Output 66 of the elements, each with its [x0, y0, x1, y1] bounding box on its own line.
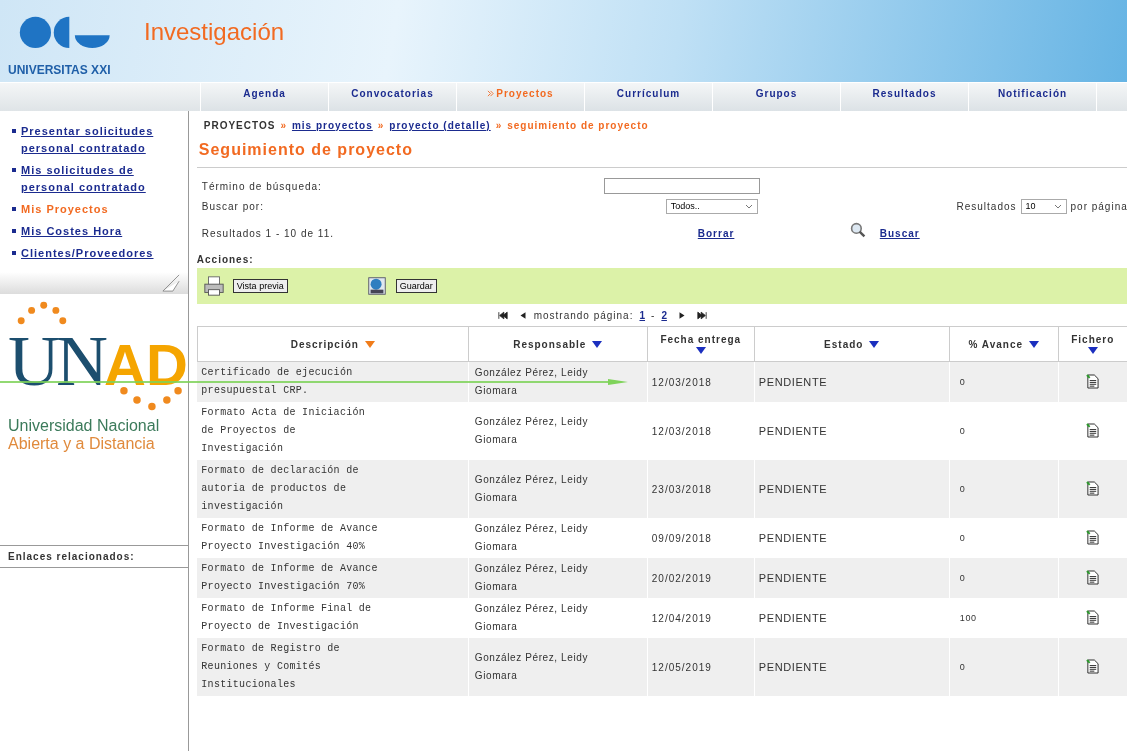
nav-tab[interactable]: Convocatorias: [329, 83, 457, 111]
logo-text: Universidad Nacional: [8, 417, 161, 435]
app-title: Investigación: [144, 18, 285, 46]
pagination-label: mostrando página:: [533, 309, 634, 321]
sidebar-link[interactable]: Presentar solicitudes personal contratado: [21, 123, 188, 157]
field-label: Término de búsqueda:: [201, 180, 322, 192]
table-cell: González Pérez, Leidy Giomara: [468, 460, 648, 518]
logo-letters: UN: [8, 320, 104, 403]
logo-letters: AD: [104, 331, 188, 398]
field-label: Resultados: [956, 200, 1017, 212]
column-header[interactable]: Fecha entrega: [647, 326, 755, 362]
breadcrumb-separator: »: [377, 120, 385, 131]
column-header[interactable]: Fichero: [1058, 326, 1127, 362]
table-cell: Formato de Registro de Reuniones y Comités Institucionales: [197, 638, 469, 696]
table-cell: González Pérez, Leidy Giomara: [468, 638, 648, 696]
table-cell: 0: [949, 460, 1059, 518]
section-heading: Acciones:: [196, 254, 255, 265]
logo-text: Abierta y a Distancia: [8, 435, 156, 453]
table-cell: 12/03/2018: [647, 361, 755, 402]
per-page-dropdown[interactable]: 10: [1020, 198, 1067, 214]
sidebar-link[interactable]: Mis solicitudes de personal contratado: [21, 162, 188, 196]
breadcrumb-root: PROYECTOS: [203, 120, 276, 131]
nav-tab[interactable]: Notificación: [969, 83, 1097, 111]
breadcrumb-separator: »: [280, 120, 287, 131]
column-header[interactable]: Descripción: [197, 326, 469, 362]
search-by-dropdown[interactable]: Todos..: [665, 198, 758, 214]
table-cell: 0: [949, 361, 1059, 402]
section-heading: Enlaces relacionados:: [0, 545, 188, 568]
table-cell: Formato de Informe de Avance Proyecto Investigación 70%: [197, 558, 469, 598]
table-cell: 20/02/2019: [647, 558, 755, 598]
table-cell: PENDIENTE: [754, 558, 950, 598]
breadcrumb-current: seguimiento de proyecto: [507, 120, 649, 131]
table-cell: 23/03/2018: [647, 460, 755, 518]
nav-tab[interactable]: Currículum: [585, 83, 713, 111]
field-label: Buscar por:: [201, 200, 264, 212]
table-cell: PENDIENTE: [754, 638, 950, 696]
table-cell: 0: [949, 638, 1059, 696]
page-link[interactable]: 2: [661, 309, 667, 321]
sidebar-link[interactable]: Mis Costes Hora: [21, 223, 123, 240]
column-header[interactable]: % Avance: [949, 326, 1059, 362]
column-header[interactable]: Responsable: [468, 326, 648, 362]
action-button[interactable]: Vista previa: [232, 279, 288, 293]
column-header[interactable]: Estado: [754, 326, 950, 362]
breadcrumb-separator: »: [495, 120, 503, 131]
breadcrumb-link[interactable]: proyecto (detalle): [389, 120, 491, 131]
brand-name: UNIVERSITAS XXI: [8, 63, 112, 77]
clear-link[interactable]: Borrar: [697, 227, 735, 239]
search-link[interactable]: Buscar: [879, 228, 920, 239]
nav-tab[interactable]: Agenda: [201, 83, 329, 111]
results-summary: Resultados 1 - 10 de 11.: [201, 227, 334, 239]
nav-tab[interactable]: Grupos: [713, 83, 841, 111]
nav-tab[interactable]: Resultados: [841, 83, 969, 111]
field-label: por página: [1070, 200, 1127, 212]
table-cell: 0: [949, 558, 1059, 598]
table-cell: Formato de declaración de autoria de productos de investigación: [197, 460, 469, 518]
table-cell: 12/05/2019: [647, 638, 755, 696]
table-cell: PENDIENTE: [754, 460, 950, 518]
table-cell: González Pérez, Leidy Giomara: [468, 558, 648, 598]
page-link[interactable]: 1: [639, 309, 646, 321]
breadcrumb-link[interactable]: mis proyectos: [291, 120, 373, 131]
table-cell: PENDIENTE: [754, 361, 950, 402]
table-cell: Certificado de ejecución presupuestal CRP.: [197, 361, 469, 402]
page-title: Seguimiento de proyecto: [196, 141, 1127, 168]
sidebar-link[interactable]: Clientes/Proveedores: [21, 245, 154, 262]
page-separator: -: [651, 309, 656, 321]
action-button[interactable]: Guardar: [395, 279, 437, 293]
